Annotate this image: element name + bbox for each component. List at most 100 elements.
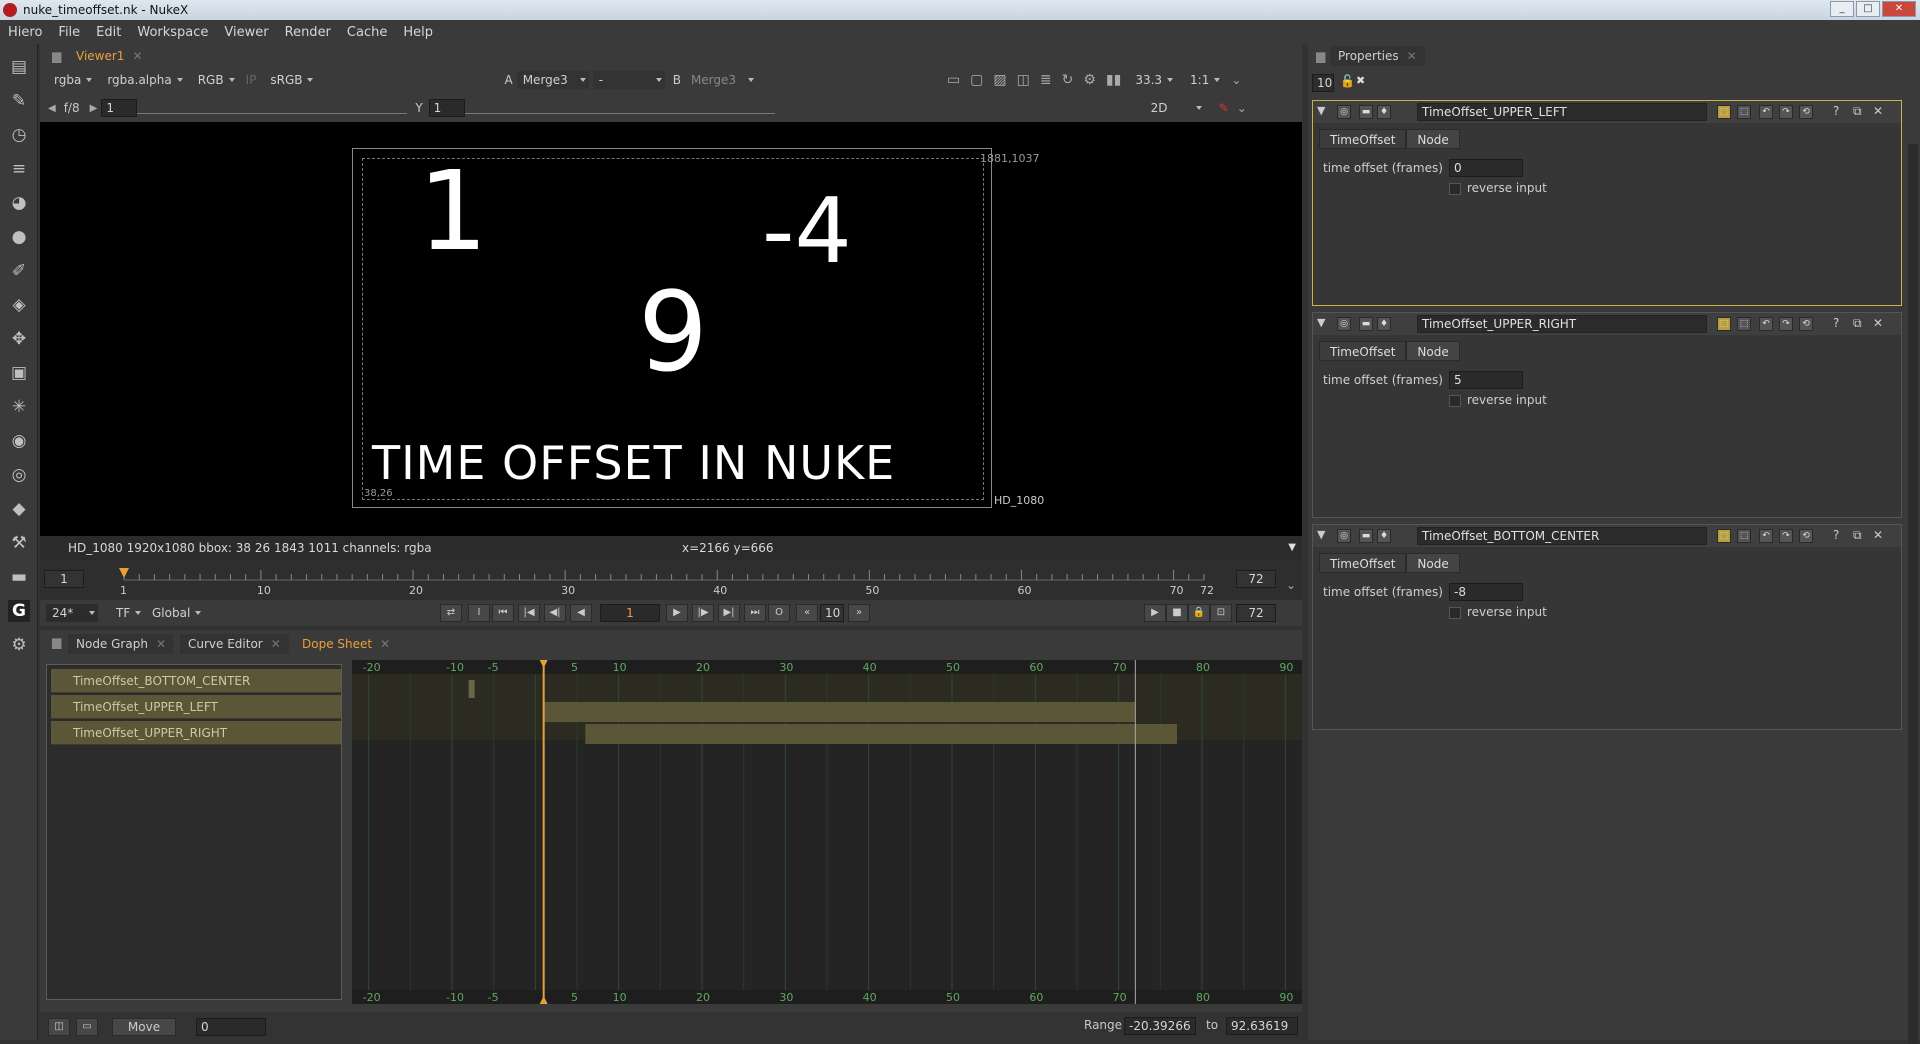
zoom-dropdown[interactable]: 33.3 bbox=[1129, 71, 1176, 89]
move-button[interactable]: Move bbox=[112, 1018, 176, 1036]
ip-button[interactable]: IP bbox=[246, 73, 257, 87]
out-icon[interactable]: O bbox=[768, 604, 790, 622]
fps-dropdown[interactable]: 24* bbox=[46, 604, 98, 622]
tab-dope-sheet[interactable]: Dope Sheet ✕ bbox=[294, 634, 399, 654]
tab-properties[interactable]: Properties ✕ bbox=[1330, 46, 1425, 66]
transform-icon[interactable]: ✥ bbox=[8, 328, 30, 350]
range-icon[interactable]: ⊡ bbox=[1210, 604, 1232, 622]
tab-node[interactable]: Node bbox=[1406, 553, 1460, 573]
3d-icon[interactable]: ▣ bbox=[8, 362, 30, 384]
keyer-icon[interactable]: ✐ bbox=[8, 260, 30, 282]
global-dropdown[interactable]: Global bbox=[146, 604, 204, 622]
redo-icon[interactable]: ↷ bbox=[1779, 105, 1793, 119]
menu-workspace[interactable]: Workspace bbox=[137, 25, 208, 40]
compare-mode-dropdown[interactable]: - bbox=[592, 71, 665, 89]
close-icon[interactable]: ✕ bbox=[156, 637, 166, 651]
revert-icon[interactable]: ⟲ bbox=[1799, 317, 1813, 331]
view-mode-dropdown[interactable]: 2D bbox=[1145, 99, 1205, 117]
node-name-field[interactable]: TimeOffset_UPPER_RIGHT bbox=[1417, 315, 1707, 333]
merge-icon[interactable]: ◈ bbox=[8, 294, 30, 316]
metadata-icon[interactable]: ◆ bbox=[8, 498, 30, 520]
reverse-input-checkbox[interactable] bbox=[1449, 183, 1461, 195]
refresh-icon[interactable]: ↻ bbox=[1062, 72, 1074, 88]
panel-menu-icon[interactable]: ▆ bbox=[44, 632, 69, 652]
node-info-icon[interactable]: ▬ bbox=[1359, 105, 1373, 119]
first-frame-icon[interactable]: ⏮ bbox=[492, 604, 514, 622]
dope-sheet-canvas[interactable]: -20 -20 -10 -10 -5 -5 5 5 10 10 20 20 30 30 40 40 50 50 60… bbox=[352, 660, 1302, 1004]
next-key-icon[interactable]: ▶| bbox=[718, 604, 740, 622]
playhead-marker[interactable] bbox=[119, 568, 129, 578]
collapse-icon[interactable]: ▼ bbox=[1317, 316, 1325, 329]
tab-timeoffset[interactable]: TimeOffset bbox=[1319, 129, 1407, 149]
views-icon[interactable]: ◎ bbox=[8, 464, 30, 486]
clip-warning-icon[interactable]: ≣ bbox=[1040, 72, 1052, 88]
gl-color-icon[interactable]: ⬚ bbox=[1737, 317, 1751, 331]
menu-hiero[interactable]: Hiero bbox=[8, 25, 42, 40]
time-offset-field[interactable]: 0 bbox=[1449, 159, 1523, 177]
record-icon[interactable]: ■ bbox=[1166, 604, 1188, 622]
next-frame-icon[interactable]: |▶ bbox=[692, 604, 714, 622]
timeline-expand-icon[interactable]: ⌄ bbox=[1286, 578, 1296, 592]
gl-color-icon[interactable]: ⬚ bbox=[1737, 529, 1751, 543]
prev-frame-icon[interactable]: ◀| bbox=[544, 604, 566, 622]
close-icon[interactable]: ✕ bbox=[1873, 104, 1883, 118]
out-point-field[interactable]: 72 bbox=[1236, 570, 1276, 588]
lock-icon[interactable]: 🔓 bbox=[1340, 74, 1355, 88]
b-input-dropdown[interactable]: Merge3 bbox=[685, 71, 757, 89]
play-backward-icon[interactable]: ◀ bbox=[570, 604, 592, 622]
in-out-icon[interactable]: I bbox=[468, 604, 490, 622]
ratio-dropdown[interactable]: 1:1 bbox=[1184, 71, 1223, 89]
channels-dropdown[interactable]: rgba bbox=[48, 71, 95, 89]
undo-icon[interactable]: ↶ bbox=[1759, 529, 1773, 543]
node-name-field[interactable]: TimeOffset_BOTTOM_CENTER bbox=[1417, 527, 1707, 545]
dope-sheet-graph[interactable]: -20 -20 -10 -10 -5 -5 5 5 10 10 20 20 30 30 40 40 50 50 60… bbox=[352, 660, 1302, 1004]
toolsets-icon[interactable]: ⚒ bbox=[8, 532, 30, 554]
tf-dropdown[interactable]: TF bbox=[110, 604, 144, 622]
step-forward-icon[interactable]: » bbox=[848, 604, 870, 622]
menu-edit[interactable]: Edit bbox=[96, 25, 121, 40]
collapse-icon[interactable]: ▼ bbox=[1317, 528, 1325, 541]
gain-right-icon[interactable]: ▶ bbox=[90, 103, 98, 114]
close-icon[interactable]: ✕ bbox=[1873, 528, 1883, 542]
show-icon[interactable]: ▭ bbox=[76, 1018, 98, 1036]
revert-icon[interactable]: ⟲ bbox=[1799, 529, 1813, 543]
panel-menu-icon[interactable]: ▆ bbox=[44, 46, 69, 66]
close-icon[interactable]: ✕ bbox=[1407, 49, 1417, 63]
list-item[interactable]: TimeOffset_BOTTOM_CENTER bbox=[51, 669, 341, 693]
color-picker-icon[interactable]: ✎ bbox=[1219, 101, 1229, 115]
settings-icon[interactable]: ⚙ bbox=[1083, 72, 1096, 88]
a-input-dropdown[interactable]: Merge3 bbox=[516, 71, 589, 89]
filter-icon[interactable]: ● bbox=[8, 226, 30, 248]
center-icon[interactable]: ◎ bbox=[1337, 105, 1351, 119]
tab-viewer1[interactable]: Viewer1 ✕ bbox=[68, 46, 151, 66]
gain-slider[interactable] bbox=[137, 102, 408, 114]
overlay-icon[interactable]: ◫ bbox=[1017, 72, 1030, 88]
center-icon[interactable]: ◎ bbox=[1337, 529, 1351, 543]
prev-key-icon[interactable]: |◀ bbox=[518, 604, 540, 622]
roi-icon[interactable]: ▭ bbox=[947, 72, 960, 88]
display-dropdown[interactable]: RGB bbox=[192, 71, 238, 89]
end-frame-field[interactable]: 72 bbox=[1236, 604, 1276, 622]
lock-icon[interactable]: 🔒 bbox=[1188, 604, 1210, 622]
expand-icon[interactable]: ⌄ bbox=[1237, 101, 1247, 115]
step-field[interactable]: 10 bbox=[820, 604, 844, 622]
menu-help[interactable]: Help bbox=[403, 25, 433, 40]
other-icon[interactable]: ▬ bbox=[8, 566, 30, 588]
redo-icon[interactable]: ↷ bbox=[1779, 529, 1793, 543]
reverse-input-checkbox[interactable] bbox=[1449, 395, 1461, 407]
menu-cache[interactable]: Cache bbox=[347, 25, 387, 40]
lut-dropdown[interactable]: sRGB bbox=[264, 71, 316, 89]
play-forward-icon[interactable]: ▶ bbox=[666, 604, 688, 622]
gain-left-icon[interactable]: ◀ bbox=[48, 103, 56, 114]
draw-icon[interactable]: ✎ bbox=[8, 90, 30, 112]
range-to-field[interactable]: 92.63619 bbox=[1226, 1017, 1298, 1035]
close-icon[interactable]: ✕ bbox=[1873, 316, 1883, 330]
help-icon[interactable]: ? bbox=[1833, 316, 1839, 330]
time-offset-field[interactable]: -8 bbox=[1449, 583, 1523, 601]
flipbook-icon[interactable]: ▶ bbox=[1144, 604, 1166, 622]
color-swatch-icon[interactable]: ⬚ bbox=[1717, 529, 1731, 543]
tab-node-graph[interactable]: Node Graph ✕ bbox=[68, 634, 175, 654]
timeline[interactable]: 1 1 10 20 30 40 50 60 70 72 72 ⌄ bbox=[40, 560, 1302, 600]
gain-field[interactable]: 1 bbox=[101, 99, 138, 117]
reverse-input-checkbox[interactable] bbox=[1449, 607, 1461, 619]
